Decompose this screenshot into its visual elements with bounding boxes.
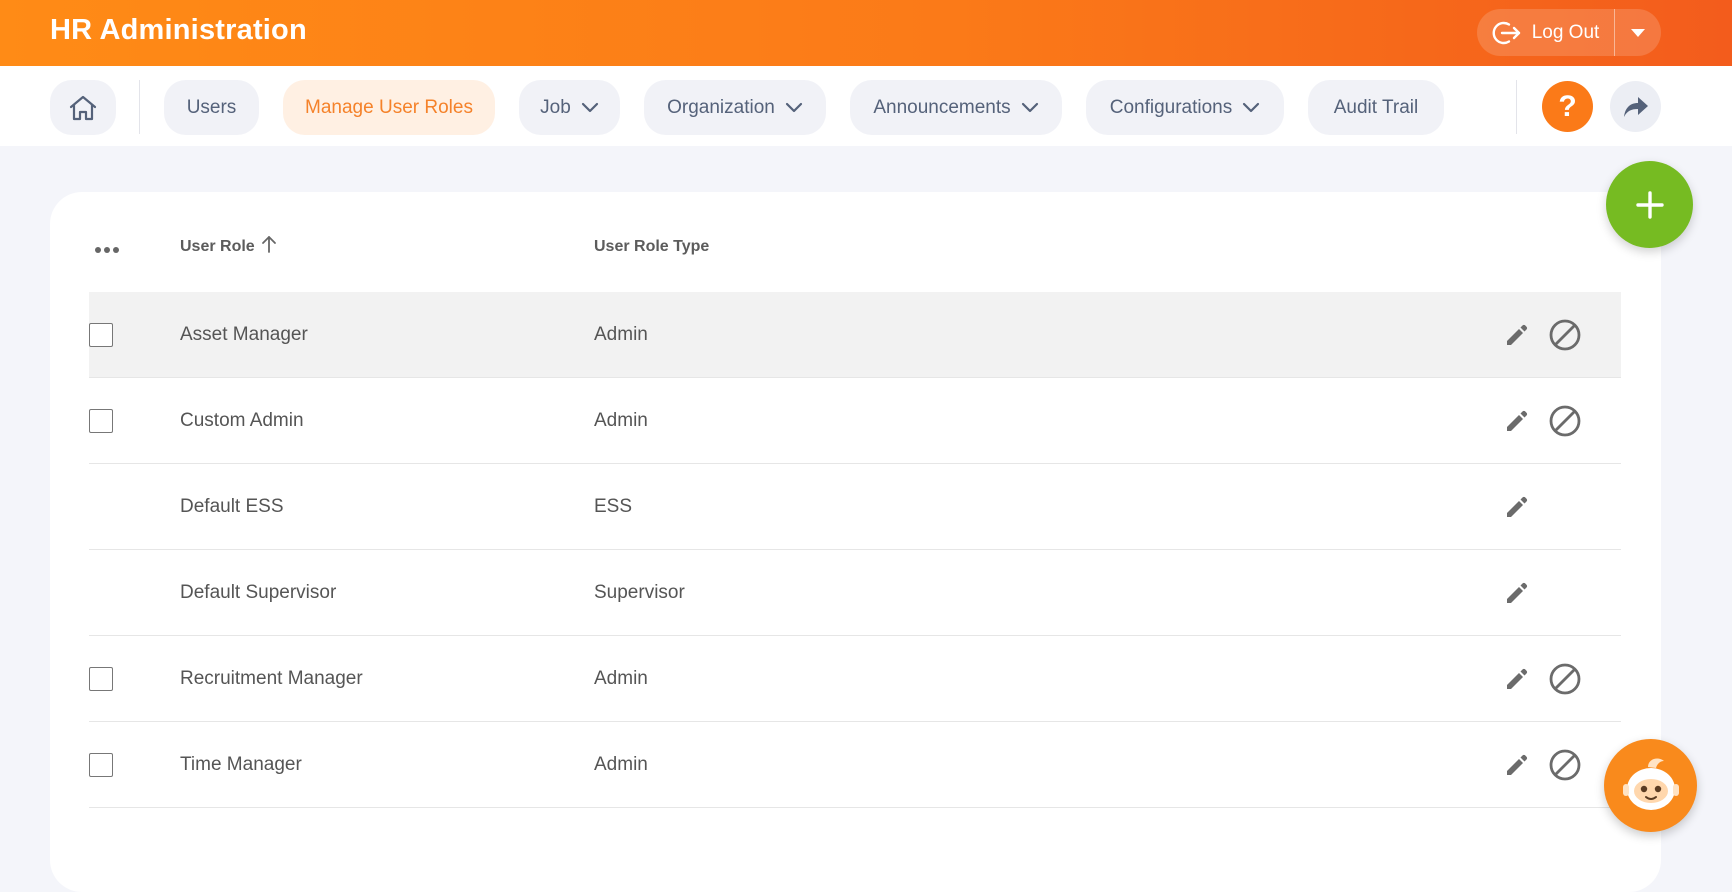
logout-button-group: Log Out [1477,9,1661,56]
column-header-user-role-type-label: User Role Type [594,238,710,255]
top-header: HR Administration Log Out [0,0,1732,66]
user-role-type-cell: Admin [594,668,648,689]
table-row[interactable]: Custom Admin Admin [89,378,1621,464]
tab-job-label: Job [540,96,571,118]
tab-announcements-label: Announcements [873,96,1011,118]
user-role-type-cell: Admin [594,754,648,775]
edit-pencil-icon[interactable] [1503,322,1529,348]
plus-icon [1635,190,1664,219]
chevron-down-icon [581,102,598,112]
caret-down-icon [1631,28,1645,37]
tab-manage-user-roles[interactable]: Manage User Roles [283,80,495,135]
row-checkbox[interactable] [89,667,113,691]
chevron-down-icon [1021,102,1038,112]
help-icon: ? [1558,89,1577,123]
tab-announcements[interactable]: Announcements [850,80,1062,135]
tab-manage-user-roles-label: Manage User Roles [305,96,473,118]
disable-icon[interactable] [1548,404,1582,438]
user-role-cell: Default Supervisor [180,582,337,603]
share-arrow-icon [1623,96,1648,117]
more-options-icon[interactable] [94,240,124,260]
column-header-user-role-label: User Role [180,238,255,255]
add-user-role-button[interactable] [1606,161,1693,248]
user-role-cell: Custom Admin [180,410,304,431]
logout-label: Log Out [1531,21,1600,43]
column-header-user-role[interactable]: User Role [180,235,277,256]
logout-icon [1492,21,1520,44]
share-button[interactable] [1610,81,1661,132]
tab-configurations[interactable]: Configurations [1086,80,1284,135]
tab-job[interactable]: Job [519,80,620,135]
disable-icon[interactable] [1548,318,1582,352]
user-role-type-cell: Supervisor [594,582,685,603]
user-role-cell: Time Manager [180,754,302,775]
user-role-type-cell: Admin [594,410,648,431]
robot-assistant-icon [1622,758,1679,810]
edit-pencil-icon[interactable] [1503,580,1529,606]
user-role-type-cell: Admin [594,324,648,345]
tab-organization[interactable]: Organization [644,80,826,135]
user-role-type-cell: ESS [594,496,633,517]
tab-users-label: Users [186,96,237,118]
user-role-cell: Recruitment Manager [180,668,363,689]
tab-audit-trail-label: Audit Trail [1333,96,1419,118]
row-checkbox[interactable] [89,753,113,777]
row-checkbox[interactable] [89,323,113,347]
help-button[interactable]: ? [1542,81,1593,132]
tab-configurations-label: Configurations [1109,96,1233,118]
tab-users[interactable]: Users [164,80,259,135]
home-icon [69,95,97,120]
table-row[interactable]: Recruitment Manager Admin [89,636,1621,722]
table-row[interactable]: Default ESS ESS [89,464,1621,550]
nav-divider [139,80,140,134]
assistant-bot-button[interactable] [1604,739,1697,832]
edit-pencil-icon[interactable] [1503,494,1529,520]
user-role-cell: Default ESS [180,496,284,517]
disable-icon[interactable] [1548,662,1582,696]
chevron-down-icon [1243,102,1260,112]
main-nav: Users Manage User Roles Job Organization… [0,66,1732,146]
nav-divider [1516,80,1517,134]
nav-home-button[interactable] [50,80,116,135]
column-header-user-role-type[interactable]: User Role Type [594,238,709,256]
row-checkbox[interactable] [89,409,113,433]
logout-button[interactable]: Log Out [1477,9,1614,56]
chevron-down-icon [785,102,802,112]
user-role-cell: Asset Manager [180,324,308,345]
logout-dropdown-toggle[interactable] [1615,9,1661,56]
edit-pencil-icon[interactable] [1503,408,1529,434]
tab-audit-trail[interactable]: Audit Trail [1308,80,1444,135]
table-row[interactable]: Default Supervisor Supervisor [89,550,1621,636]
app-title: HR Administration [50,14,307,46]
sort-ascending-icon[interactable] [261,235,277,253]
edit-pencil-icon[interactable] [1503,666,1529,692]
edit-pencil-icon[interactable] [1503,752,1529,778]
disable-icon[interactable] [1548,748,1582,782]
tab-organization-label: Organization [667,96,775,118]
table-row[interactable]: Asset Manager Admin [89,292,1621,378]
table-row[interactable]: Time Manager Admin [89,722,1621,808]
